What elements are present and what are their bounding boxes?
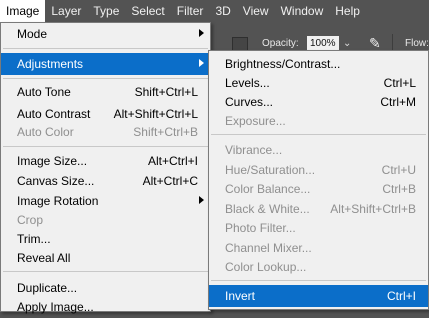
menu-layer[interactable]: Layer: [45, 0, 87, 22]
menu-item-image-size[interactable]: Image Size... Alt+Ctrl+I: [1, 150, 210, 172]
adjustments-submenu: Brightness/Contrast... Levels... Ctrl+L …: [208, 50, 429, 310]
menu-image[interactable]: Image: [0, 0, 46, 22]
chevron-down-icon[interactable]: ⌄: [343, 37, 351, 51]
submenu-arrow-icon: [199, 59, 204, 67]
divider: [3, 146, 208, 147]
menu-window[interactable]: Window: [275, 0, 330, 22]
menu-select[interactable]: Select: [125, 0, 170, 22]
menu-item-adjustments[interactable]: Adjustments: [1, 53, 210, 75]
opacity-label: Opacity:: [262, 38, 299, 49]
menu-type[interactable]: Type: [87, 0, 125, 22]
divider: [3, 271, 208, 272]
divider: [3, 78, 208, 79]
menu-bar: Image Layer Type Select Filter 3D View W…: [0, 0, 429, 22]
opacity-field[interactable]: 100%: [307, 36, 339, 51]
menu-item-reveal-all[interactable]: Reveal All: [1, 247, 210, 269]
menu-item-apply-image[interactable]: Apply Image...: [1, 296, 210, 318]
divider: [3, 48, 208, 49]
submenu-arrow-icon: [199, 29, 204, 37]
divider: [211, 280, 426, 281]
submenu-arrow-icon: [199, 196, 204, 204]
menu-help[interactable]: Help: [329, 0, 366, 22]
menu-item-photo-filter[interactable]: Photo Filter...: [209, 217, 428, 239]
menu-view[interactable]: View: [237, 0, 275, 22]
image-menu: Mode Adjustments Auto Tone Shift+Ctrl+L …: [0, 22, 211, 314]
menu-item-invert[interactable]: Invert Ctrl+I: [209, 285, 428, 307]
menu-item-mode[interactable]: Mode: [1, 23, 210, 45]
menu-3d[interactable]: 3D: [209, 0, 236, 22]
flow-label: Flow:: [405, 38, 429, 49]
menu-item-auto-color[interactable]: Auto Color Shift+Ctrl+B: [1, 121, 210, 143]
divider: [211, 134, 426, 135]
menu-item-auto-tone[interactable]: Auto Tone Shift+Ctrl+L: [1, 81, 210, 103]
menu-item-vibrance[interactable]: Vibrance...: [209, 139, 428, 161]
menu-item-canvas-size[interactable]: Canvas Size... Alt+Ctrl+C: [1, 170, 210, 192]
menu-item-color-balance[interactable]: Color Balance... Ctrl+B: [209, 178, 428, 200]
menu-item-exposure[interactable]: Exposure...: [209, 110, 428, 132]
menu-filter[interactable]: Filter: [171, 0, 210, 22]
pressure-opacity-icon[interactable]: ✎: [369, 35, 385, 51]
menu-item-color-lookup[interactable]: Color Lookup...: [209, 256, 428, 278]
